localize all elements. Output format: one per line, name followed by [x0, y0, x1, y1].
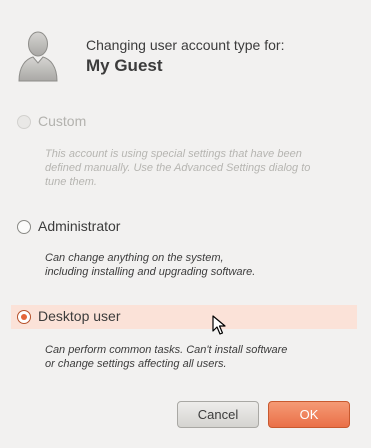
option-custom: Custom — [11, 110, 357, 134]
cancel-button[interactable]: Cancel — [177, 401, 259, 428]
ok-button[interactable]: OK — [268, 401, 350, 428]
option-custom-description: This account is using special settings t… — [45, 147, 345, 189]
radio-administrator[interactable] — [17, 220, 31, 234]
option-desktop-user-description: Can perform common tasks. Can't install … — [45, 343, 345, 371]
option-custom-label: Custom — [38, 113, 87, 129]
mouse-pointer-icon — [212, 315, 226, 335]
option-administrator[interactable]: Administrator — [11, 215, 357, 239]
option-administrator-label[interactable]: Administrator — [38, 218, 120, 234]
radio-custom — [17, 115, 31, 129]
radio-desktop-user[interactable] — [17, 310, 31, 324]
description-line: or change settings affecting all users. — [45, 358, 227, 370]
description-line: This account is using special settings t… — [45, 148, 302, 160]
option-desktop-user-label[interactable]: Desktop user — [38, 308, 120, 324]
description-line: tune them. — [45, 176, 97, 188]
description-line: including installing and upgrading softw… — [45, 266, 256, 278]
description-line: defined manually. Use the Advanced Setti… — [45, 162, 311, 174]
description-line: Can perform common tasks. Can't install … — [45, 344, 288, 356]
dialog-subtitle: Changing user account type for: — [86, 37, 285, 53]
account-type-dialog: Changing user account type for: My Guest… — [0, 0, 371, 448]
option-administrator-description: Can change anything on the system, inclu… — [45, 251, 345, 279]
option-desktop-user[interactable]: Desktop user — [11, 305, 357, 329]
user-name: My Guest — [86, 56, 163, 75]
user-silhouette-icon — [18, 31, 58, 82]
description-line: Can change anything on the system, — [45, 252, 224, 264]
